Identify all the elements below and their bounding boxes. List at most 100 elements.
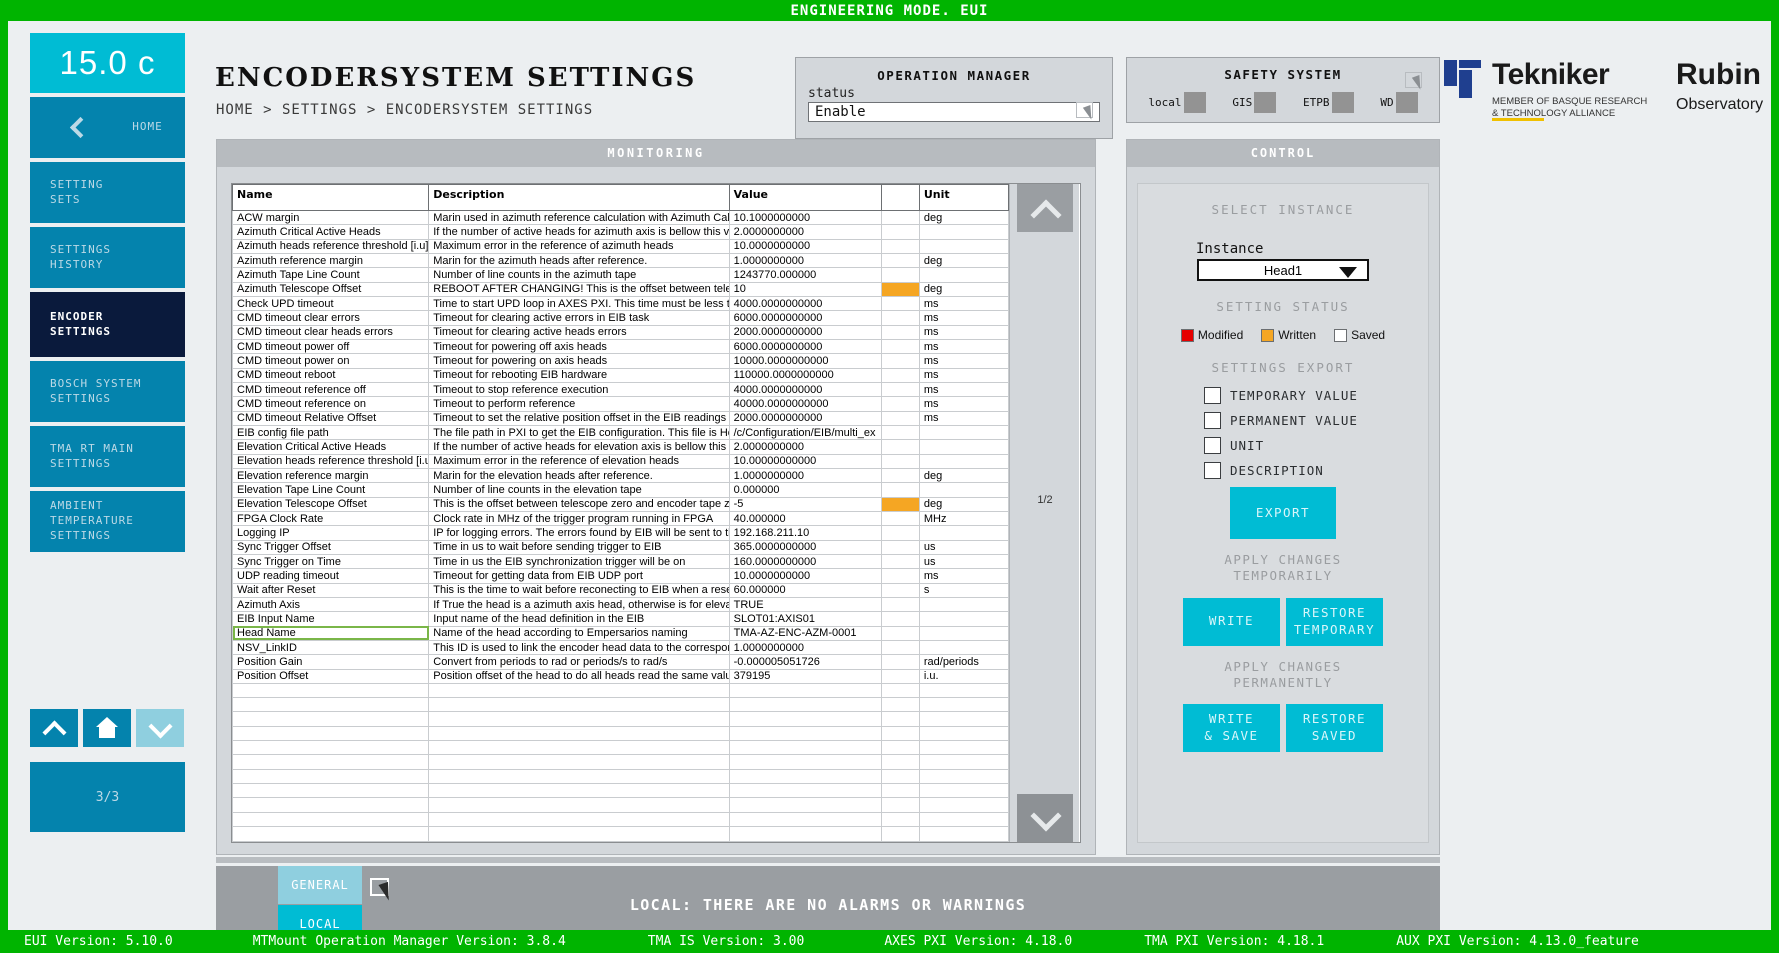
cell-description[interactable]: Timeout to set the relative position off… bbox=[428, 411, 730, 426]
cell-status[interactable] bbox=[880, 468, 920, 484]
cell-description[interactable]: Convert from periods to rad or periods/s… bbox=[428, 654, 730, 670]
cell-empty[interactable] bbox=[231, 826, 430, 842]
cell-name[interactable]: Elevation reference margin bbox=[231, 468, 430, 484]
cell-empty[interactable] bbox=[428, 697, 730, 713]
cell-name[interactable]: Azimuth Critical Active Heads bbox=[231, 224, 430, 240]
cell-value[interactable]: 0.000000 bbox=[728, 482, 882, 498]
sidebar-scroll-down-button[interactable] bbox=[136, 709, 184, 747]
table-row[interactable]: Azimuth Telescope Offset REBOOT AFTER CHA… bbox=[231, 282, 1010, 297]
export-button[interactable]: EXPORT bbox=[1230, 487, 1336, 539]
sidebar-item-home[interactable]: HOME bbox=[30, 97, 185, 158]
sidebar-scroll-up-button[interactable] bbox=[30, 709, 78, 747]
cell-empty[interactable] bbox=[918, 726, 1010, 742]
cell-empty[interactable] bbox=[880, 740, 920, 756]
cell-status[interactable] bbox=[880, 210, 920, 226]
table-row[interactable]: Sync Trigger on Time Time in us the EIB s… bbox=[231, 554, 1010, 570]
table-row-empty[interactable] bbox=[231, 826, 1010, 842]
cell-unit[interactable]: ms bbox=[918, 325, 1010, 340]
cell-empty[interactable] bbox=[231, 740, 430, 756]
cell-status[interactable] bbox=[880, 654, 920, 670]
sidebar-home-button[interactable] bbox=[83, 709, 131, 747]
cell-unit[interactable] bbox=[918, 525, 1010, 541]
cell-empty[interactable] bbox=[428, 683, 730, 699]
cell-empty[interactable] bbox=[880, 783, 920, 799]
cell-status[interactable] bbox=[880, 282, 920, 297]
table-row-empty[interactable] bbox=[231, 797, 1010, 813]
cell-name[interactable]: CMD timeout Relative Offset bbox=[231, 411, 430, 426]
cell-status[interactable] bbox=[880, 525, 920, 541]
cell-empty[interactable] bbox=[880, 826, 920, 842]
cell-status[interactable] bbox=[880, 325, 920, 340]
table-row-empty[interactable] bbox=[231, 783, 1010, 799]
cell-status[interactable] bbox=[880, 482, 920, 498]
cell-status[interactable] bbox=[880, 454, 920, 469]
cell-empty[interactable] bbox=[880, 769, 920, 785]
cell-empty[interactable] bbox=[880, 812, 920, 828]
cell-unit[interactable] bbox=[918, 597, 1010, 613]
sidebar-item-tma-rt-main-settings[interactable]: TMA RT MAIN SETTINGS bbox=[30, 426, 185, 487]
cell-name[interactable]: EIB Input Name bbox=[231, 611, 430, 627]
operation-manager-cursor-icon[interactable] bbox=[1076, 102, 1100, 122]
checkbox-icon[interactable] bbox=[1204, 412, 1221, 429]
cell-unit[interactable]: us bbox=[918, 540, 1010, 555]
table-row[interactable]: Azimuth Tape Line Count Number of line co… bbox=[231, 267, 1010, 283]
cell-unit[interactable]: us bbox=[918, 554, 1010, 570]
cell-value[interactable]: TRUE bbox=[728, 597, 882, 613]
cell-description[interactable]: Clock rate in MHz of the trigger program… bbox=[428, 511, 730, 527]
cell-empty[interactable] bbox=[428, 726, 730, 742]
cell-unit[interactable] bbox=[918, 640, 1010, 656]
cell-name[interactable]: ACW margin bbox=[231, 210, 430, 226]
cell-unit[interactable]: deg bbox=[918, 210, 1010, 226]
write-and-save-button[interactable]: WRITE & SAVE bbox=[1183, 704, 1280, 752]
cell-status[interactable] bbox=[880, 368, 920, 383]
export-option-unit[interactable]: UNIT bbox=[1204, 437, 1428, 454]
table-row[interactable]: CMD timeout reference on Timeout to perfo… bbox=[231, 396, 1010, 412]
cell-value[interactable]: -0.000005051726 bbox=[728, 654, 882, 670]
cell-name[interactable]: Position Gain bbox=[231, 654, 430, 670]
table-row-empty[interactable] bbox=[231, 740, 1010, 756]
cell-name[interactable]: Azimuth Tape Line Count bbox=[231, 267, 430, 283]
cell-description[interactable]: This ID is used to link the encoder head… bbox=[428, 640, 730, 656]
cell-unit[interactable]: ms bbox=[918, 396, 1010, 412]
cell-name[interactable]: UDP reading timeout bbox=[231, 568, 430, 584]
column-header-name[interactable]: Name bbox=[231, 184, 430, 211]
cell-name[interactable]: CMD timeout clear errors bbox=[231, 310, 430, 326]
cell-unit[interactable]: ms bbox=[918, 310, 1010, 326]
cell-value[interactable]: 1243770.000000 bbox=[728, 267, 882, 283]
table-row[interactable]: Wait after Reset This is the time to wait… bbox=[231, 583, 1010, 598]
table-row[interactable]: Elevation Critical Active Heads If the nu… bbox=[231, 439, 1010, 455]
cell-status[interactable] bbox=[880, 382, 920, 398]
cell-name[interactable]: Check UPD timeout bbox=[231, 296, 430, 312]
column-header-value[interactable]: Value bbox=[728, 184, 882, 211]
cell-name[interactable]: Azimuth Axis bbox=[231, 597, 430, 613]
cell-name[interactable]: Sync Trigger Offset bbox=[231, 540, 430, 555]
cell-empty[interactable] bbox=[231, 697, 430, 713]
cell-unit[interactable]: rad/periods bbox=[918, 654, 1010, 670]
cell-status[interactable] bbox=[880, 310, 920, 326]
cell-value[interactable]: 379195 bbox=[728, 669, 882, 684]
cell-unit[interactable]: i.u. bbox=[918, 669, 1010, 684]
cell-description[interactable]: Timeout for powering on axis heads bbox=[428, 353, 730, 369]
cell-status[interactable] bbox=[880, 411, 920, 426]
cell-name[interactable]: CMD timeout power off bbox=[231, 339, 430, 355]
table-row[interactable]: CMD timeout clear errors Timeout for clea… bbox=[231, 310, 1010, 326]
cell-value[interactable]: 2000.0000000000 bbox=[728, 325, 882, 340]
cell-status[interactable] bbox=[880, 583, 920, 598]
table-row-empty[interactable] bbox=[231, 683, 1010, 699]
cell-value[interactable]: 10.00000000000 bbox=[728, 454, 882, 469]
table-row[interactable]: EIB config file path The file path in PXI… bbox=[231, 425, 1010, 441]
cell-description[interactable]: REBOOT AFTER CHANGING! This is the offse… bbox=[428, 282, 730, 297]
cell-value[interactable]: SLOT01:AXIS01 bbox=[728, 611, 882, 627]
cell-unit[interactable]: deg bbox=[918, 282, 1010, 297]
cell-unit[interactable]: ms bbox=[918, 339, 1010, 355]
sidebar-item-setting-sets[interactable]: SETTING SETS bbox=[30, 162, 185, 223]
cell-empty[interactable] bbox=[918, 826, 1010, 842]
cell-value[interactable]: -5 bbox=[728, 497, 882, 512]
cell-description[interactable]: Timeout to perform reference bbox=[428, 396, 730, 412]
cell-name[interactable]: Elevation Critical Active Heads bbox=[231, 439, 430, 455]
cell-status[interactable] bbox=[880, 425, 920, 441]
cell-status[interactable] bbox=[880, 339, 920, 355]
table-row[interactable]: Elevation Tape Line Count Number of line … bbox=[231, 482, 1010, 498]
cell-description[interactable]: Timeout for getting data from EIB UDP po… bbox=[428, 568, 730, 584]
cell-empty[interactable] bbox=[231, 769, 430, 785]
